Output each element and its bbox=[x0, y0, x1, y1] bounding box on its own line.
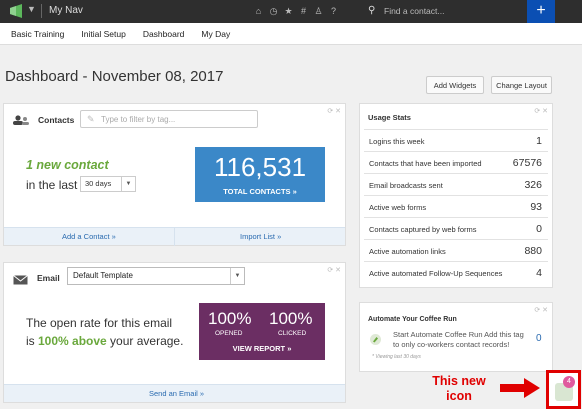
stat-row: Contacts captured by web forms 0 bbox=[364, 217, 548, 239]
opened-label: OPENED bbox=[215, 330, 243, 337]
app-logo-icon[interactable] bbox=[10, 4, 22, 18]
days-select-value: 30 days bbox=[85, 179, 112, 188]
add-widgets-button[interactable]: Add Widgets bbox=[426, 76, 484, 94]
new-icon-highlight: 4 bbox=[546, 370, 581, 409]
search-input[interactable] bbox=[384, 2, 502, 20]
stat-row: Active web forms 93 bbox=[364, 195, 548, 217]
top-icon-group: ⌂ ◷ ★ # ♙ ? bbox=[254, 4, 338, 18]
stat-row: Active automation links 880 bbox=[364, 239, 548, 261]
contacts-label: Contacts bbox=[38, 115, 75, 125]
import-list-link[interactable]: Import List » bbox=[240, 232, 281, 241]
open-rate-above: 100% above bbox=[38, 334, 107, 348]
user-icon[interactable]: ♙ bbox=[314, 6, 323, 17]
stat-label: Contacts captured by web forms bbox=[369, 225, 477, 234]
stat-label: Contacts that have been imported bbox=[369, 159, 482, 168]
send-email-link[interactable]: Send an Email » bbox=[149, 389, 204, 398]
coffee-run-text[interactable]: Start Automate Coffee Run Add this tag t… bbox=[393, 330, 529, 350]
subnav-item-initial-setup[interactable]: Initial Setup bbox=[81, 29, 125, 39]
notification-badge: 4 bbox=[563, 376, 575, 388]
divider bbox=[174, 228, 175, 246]
coffee-run-title: Automate Your Coffee Run bbox=[368, 316, 457, 323]
new-contact-count[interactable]: 1 new contact bbox=[26, 158, 109, 172]
stat-value: 880 bbox=[524, 245, 542, 257]
total-contacts-value: 116,531 bbox=[213, 152, 307, 182]
tag-icon bbox=[370, 334, 381, 345]
stat-value: 326 bbox=[524, 179, 542, 191]
open-rate-is: is bbox=[26, 334, 38, 348]
template-select[interactable]: Default Template ▼ bbox=[67, 267, 245, 285]
open-rate-text: The open rate for this email is 100% abo… bbox=[26, 314, 183, 350]
sub-nav: Basic Training Initial Setup Dashboard M… bbox=[0, 23, 582, 45]
divider bbox=[41, 4, 42, 18]
annotation-label: This new icon bbox=[432, 374, 486, 403]
in-the-last-label: in the last bbox=[26, 178, 78, 192]
email-label: Email bbox=[37, 273, 60, 283]
stat-row: Email broadcasts sent 326 bbox=[364, 173, 548, 195]
opened-value: 100% bbox=[208, 309, 252, 328]
help-icon[interactable]: ? bbox=[329, 6, 338, 16]
home-icon[interactable]: ⌂ bbox=[254, 6, 263, 16]
open-rate-line2: is 100% above your average. bbox=[26, 332, 183, 350]
subnav-item-dashboard[interactable]: Dashboard bbox=[143, 29, 185, 39]
stat-label: Active automation links bbox=[369, 247, 446, 256]
total-contacts-tile[interactable]: 116,531 TOTAL CONTACTS » bbox=[195, 147, 325, 202]
arrow-right-icon bbox=[500, 378, 540, 398]
days-select[interactable]: 30 days ▼ bbox=[80, 176, 136, 192]
coffee-run-note: * Viewing last 30 days bbox=[372, 354, 421, 360]
stat-label: Active web forms bbox=[369, 203, 427, 212]
usage-stats-title: Usage Stats bbox=[368, 113, 411, 122]
panel-controls-icon[interactable]: ⟳ ✕ bbox=[534, 107, 548, 115]
panel-controls-icon[interactable]: ⟳ ✕ bbox=[327, 107, 341, 115]
tag-icon: ✎ bbox=[87, 114, 95, 124]
add-contact-link[interactable]: Add a Contact » bbox=[62, 232, 116, 241]
open-rate-line1: The open rate for this email bbox=[26, 316, 173, 330]
chevron-down-icon[interactable]: ▼ bbox=[27, 4, 36, 14]
contacts-panel: ⟳ ✕ Contacts ✎ Type to filter by tag... … bbox=[3, 103, 346, 246]
usage-stats-panel: ⟳ ✕ Usage Stats Logins this week 1 Conta… bbox=[359, 103, 553, 288]
search-icon[interactable]: ⚲ bbox=[368, 5, 375, 16]
total-contacts-link[interactable]: TOTAL CONTACTS » bbox=[195, 187, 325, 196]
tag-filter-input[interactable]: ✎ Type to filter by tag... bbox=[80, 110, 258, 128]
stat-value: 1 bbox=[536, 135, 542, 147]
stat-value: 0 bbox=[536, 223, 542, 235]
contacts-footer: Add a Contact » Import List » bbox=[4, 227, 345, 246]
add-button[interactable]: + bbox=[527, 0, 555, 23]
stat-row: Logins this week 1 bbox=[364, 129, 548, 151]
stat-label: Active automated Follow-Up Sequences bbox=[369, 269, 503, 278]
contacts-icon bbox=[13, 115, 29, 125]
email-panel: ⟳ ✕ Email Default Template ▼ The open ra… bbox=[3, 262, 346, 403]
panel-controls-icon[interactable]: ⟳ ✕ bbox=[327, 266, 341, 274]
star-icon[interactable]: ★ bbox=[284, 6, 293, 17]
stat-value: 93 bbox=[530, 201, 542, 213]
tag-filter-placeholder: Type to filter by tag... bbox=[101, 115, 176, 124]
top-bar: ▼ My Nav ⌂ ◷ ★ # ♙ ? ⚲ + bbox=[0, 0, 582, 23]
stat-value: 4 bbox=[536, 267, 542, 279]
hashtag-icon[interactable]: # bbox=[299, 6, 308, 16]
stat-label: Logins this week bbox=[369, 137, 425, 146]
email-report-tile[interactable]: 100% OPENED 100% CLICKED VIEW REPORT » bbox=[199, 303, 325, 360]
stat-label: Email broadcasts sent bbox=[369, 181, 443, 190]
email-footer: Send an Email » bbox=[4, 384, 345, 402]
subnav-item-my-day[interactable]: My Day bbox=[201, 29, 230, 39]
stat-value: 67576 bbox=[512, 157, 542, 169]
page-title: Dashboard - November 08, 2017 bbox=[5, 68, 224, 85]
change-layout-button[interactable]: Change Layout bbox=[491, 76, 552, 94]
subnav-item-basic-training[interactable]: Basic Training bbox=[11, 29, 64, 39]
search-box: ⚲ bbox=[362, 2, 502, 20]
coffee-run-count[interactable]: 0 bbox=[536, 333, 542, 344]
stat-row: Active automated Follow-Up Sequences 4 bbox=[364, 261, 548, 283]
clock-icon[interactable]: ◷ bbox=[269, 6, 278, 17]
chevron-down-icon: ▼ bbox=[230, 268, 244, 284]
nav-title[interactable]: My Nav bbox=[49, 5, 83, 16]
template-select-value: Default Template bbox=[73, 271, 133, 280]
open-rate-rest: your average. bbox=[106, 334, 184, 348]
stat-row: Contacts that have been imported 67576 bbox=[364, 151, 548, 173]
email-icon bbox=[13, 275, 28, 285]
clicked-label: CLICKED bbox=[278, 330, 307, 337]
chevron-down-icon: ▼ bbox=[121, 177, 135, 191]
view-report-link[interactable]: VIEW REPORT » bbox=[199, 344, 325, 353]
panel-controls-icon[interactable]: ⟳ ✕ bbox=[534, 306, 548, 314]
coffee-run-panel: ⟳ ✕ Automate Your Coffee Run Start Autom… bbox=[359, 302, 553, 372]
clicked-value: 100% bbox=[269, 309, 313, 328]
